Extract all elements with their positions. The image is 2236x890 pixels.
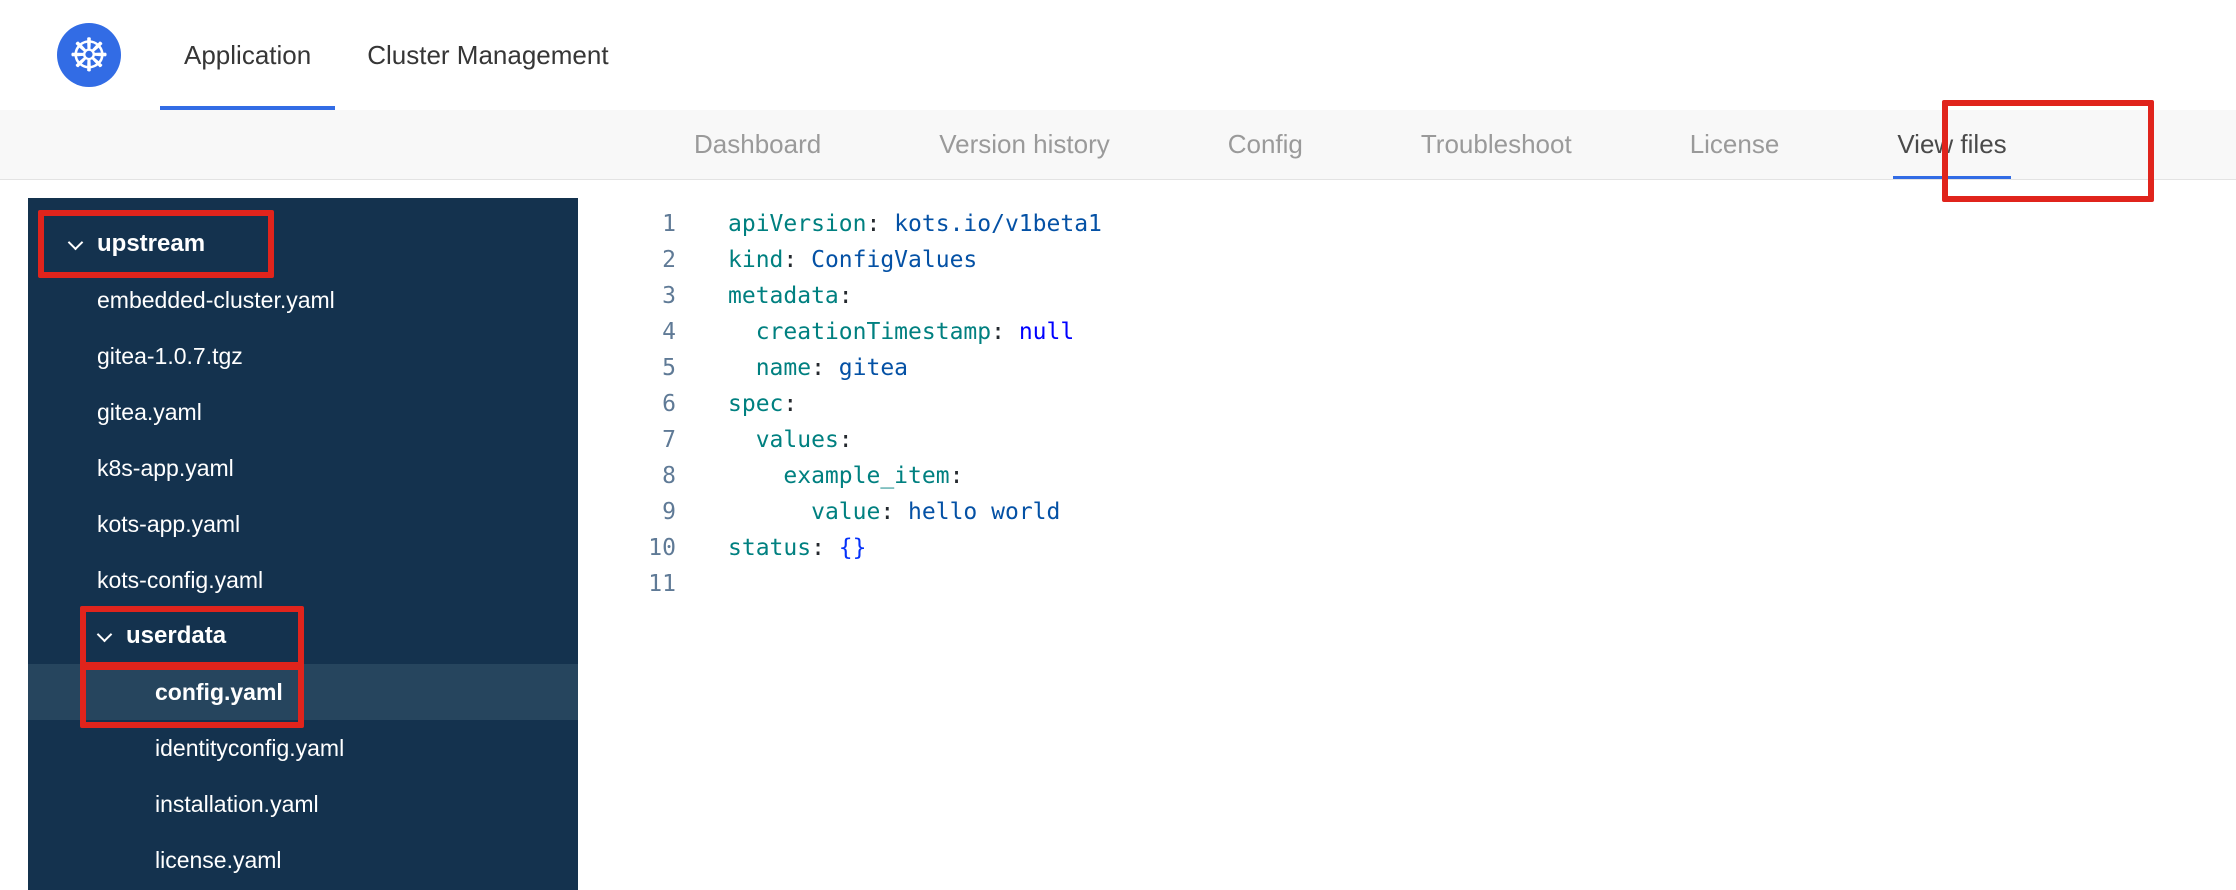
code-line: name: gitea [755, 355, 909, 381]
editor-gutter: 1 2 3 4 5 6 7 8 9 10 11 [600, 206, 676, 890]
file-label: installation.yaml [155, 790, 319, 817]
file-label: kots-config.yaml [97, 566, 264, 593]
file-label: license.yaml [155, 846, 282, 873]
line-number: 5 [662, 355, 676, 381]
line-number: 6 [662, 391, 676, 417]
file-embedded-cluster-yaml[interactable]: embedded-cluster.yaml [28, 272, 578, 328]
folder-label: upstream [97, 230, 206, 257]
code-line: creationTimestamp: null [755, 319, 1075, 345]
code-line: kind: ConfigValues [728, 247, 978, 273]
code-line: spec: [728, 391, 798, 417]
line-number: 11 [648, 571, 676, 597]
tab-view-files[interactable]: View files [1893, 110, 2012, 179]
file-installation-yaml[interactable]: installation.yaml [28, 776, 578, 832]
tab-troubleshoot[interactable]: Troubleshoot [1417, 110, 1576, 179]
file-license-yaml[interactable]: license.yaml [28, 832, 578, 888]
file-config-yaml[interactable]: config.yaml [28, 664, 578, 720]
file-kots-config-yaml[interactable]: kots-config.yaml [28, 552, 578, 608]
folder-upstream[interactable]: upstream [28, 216, 578, 272]
line-number: 4 [662, 319, 676, 345]
line-number: 9 [662, 499, 676, 525]
file-label: gitea-1.0.7.tgz [97, 342, 243, 369]
tab-cluster-management[interactable]: Cluster Management [343, 0, 632, 110]
code-line: value: hello world [811, 499, 1061, 525]
tab-config[interactable]: Config [1224, 110, 1307, 179]
file-label: kots-app.yaml [97, 510, 241, 537]
file-label: gitea.yaml [97, 398, 202, 425]
file-tree-panel: upstream embedded-cluster.yaml gitea-1.0… [28, 198, 578, 890]
tab-license[interactable]: License [1686, 110, 1784, 179]
line-number: 10 [648, 535, 676, 561]
tab-application[interactable]: Application [160, 0, 336, 110]
code-line: status: {} [728, 535, 867, 561]
file-identityconfig-yaml[interactable]: identityconfig.yaml [28, 720, 578, 776]
file-label: config.yaml [155, 678, 283, 705]
chevron-down-icon [68, 237, 82, 251]
file-label: embedded-cluster.yaml [97, 286, 335, 313]
kubernetes-logo-icon[interactable]: ☸ [57, 23, 121, 87]
file-label: k8s-app.yaml [97, 454, 234, 481]
code-line: metadata: [728, 283, 853, 309]
code-line: apiVersion: kots.io/v1beta1 [728, 211, 1102, 237]
top-bar: ☸ Application Cluster Management [0, 0, 2236, 110]
file-gitea-yaml[interactable]: gitea.yaml [28, 384, 578, 440]
file-k8s-app-yaml[interactable]: k8s-app.yaml [28, 440, 578, 496]
file-label: identityconfig.yaml [155, 734, 345, 761]
folder-userdata[interactable]: userdata [28, 608, 578, 664]
line-number: 8 [662, 463, 676, 489]
file-viewer-editor[interactable]: 1 2 3 4 5 6 7 8 9 10 11 apiVersion: kots.io/v1beta… [600, 198, 2236, 890]
line-number: 7 [662, 427, 676, 453]
line-number: 3 [662, 283, 676, 309]
chevron-down-icon [97, 629, 111, 643]
editor-code: apiVersion: kots.io/v1beta1 kind: ConfigV… [728, 206, 1102, 890]
folder-label: userdata [126, 622, 227, 649]
line-number: 1 [662, 211, 676, 237]
code-line: example_item: [783, 463, 964, 489]
header-tabs: Application Cluster Management [160, 0, 633, 110]
line-number: 2 [662, 247, 676, 273]
code-line: values: [755, 427, 853, 453]
app-subnav: Dashboard Version history Config Trouble… [0, 110, 2236, 180]
file-gitea-tgz[interactable]: gitea-1.0.7.tgz [28, 328, 578, 384]
file-kots-app-yaml[interactable]: kots-app.yaml [28, 496, 578, 552]
tab-version-history[interactable]: Version history [935, 110, 1114, 179]
tab-dashboard[interactable]: Dashboard [690, 110, 825, 179]
